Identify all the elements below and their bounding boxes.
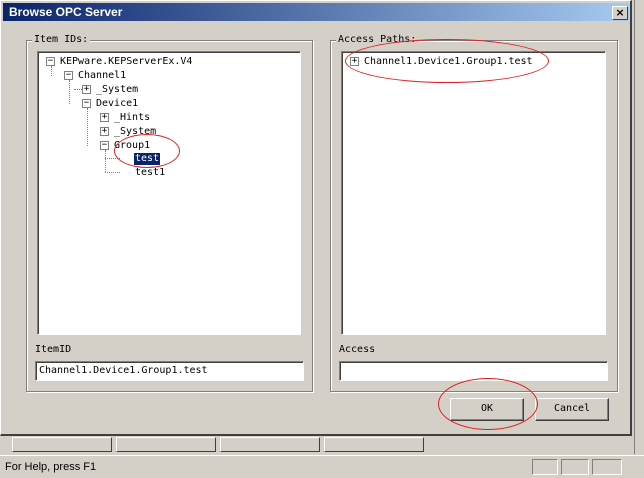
annotation-ring (345, 39, 549, 83)
access-label: Access (339, 344, 376, 355)
tree-node-label: KEPware.KEPServerEx.V4 (60, 56, 193, 67)
collapse-icon[interactable]: − (82, 99, 91, 108)
cancel-button[interactable]: Cancel (535, 398, 609, 421)
background-toolbar-button[interactable] (12, 437, 112, 452)
access-paths-tree[interactable]: + Channel1.Device1.Group1.test (341, 51, 606, 335)
collapse-icon[interactable]: − (46, 57, 55, 66)
tree-node-label: test1 (135, 167, 166, 178)
itemid-value: Channel1.Device1.Group1.test (39, 365, 208, 376)
tree-connector (51, 66, 52, 76)
tree-node-label: _System (96, 84, 139, 95)
title-bar[interactable]: Browse OPC Server × (3, 3, 629, 21)
background-toolbar-button[interactable] (220, 437, 320, 452)
collapse-icon[interactable]: − (64, 71, 73, 80)
browse-opc-server-dialog: Browse OPC Server × Item IDs: − KEPware.… (0, 0, 632, 436)
background-toolbar-button[interactable] (324, 437, 424, 452)
dialog-title: Browse OPC Server (9, 5, 123, 19)
status-text: For Help, press F1 (5, 461, 97, 473)
tree-connector (69, 80, 70, 104)
status-pane (561, 459, 589, 475)
status-bar: For Help, press F1 (0, 455, 644, 478)
tree-node-label: Channel1 (78, 70, 127, 81)
expand-icon[interactable]: + (82, 85, 91, 94)
expand-icon[interactable]: + (100, 127, 109, 136)
collapse-icon[interactable]: − (100, 141, 109, 150)
close-icon: × (615, 6, 625, 19)
annotation-ring (114, 134, 180, 168)
tree-node-label: _Hints (114, 112, 151, 123)
item-ids-legend: Item IDs: (32, 34, 91, 45)
tree-connector (105, 172, 120, 173)
status-pane (592, 459, 622, 475)
item-ids-tree[interactable]: − KEPware.KEPServerEx.V4 − Channel1 + _S… (37, 51, 301, 335)
itemid-label: ItemID (35, 344, 72, 355)
expand-icon[interactable]: + (100, 113, 109, 122)
tree-connector (87, 108, 88, 146)
annotation-ring (438, 378, 538, 430)
close-button[interactable]: × (612, 6, 628, 20)
itemid-field[interactable]: Channel1.Device1.Group1.test (35, 361, 304, 381)
background-toolbar-button[interactable] (116, 437, 216, 452)
background-window-edge (634, 0, 644, 454)
tree-node-label: Device1 (96, 98, 139, 109)
status-pane (532, 459, 558, 475)
tree-connector (105, 150, 106, 172)
